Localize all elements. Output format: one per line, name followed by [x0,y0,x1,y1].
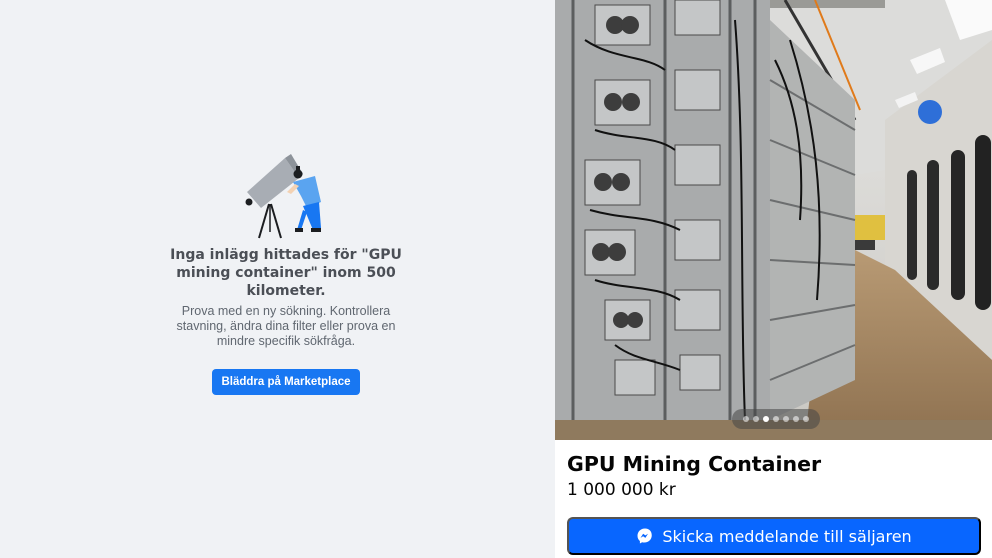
carousel-indicator [732,409,820,429]
message-seller-button[interactable]: Skicka meddelande till säljaren [567,517,981,555]
listing-price: 1 000 000 kr [567,480,676,500]
empty-state-title: Inga inlägg hittades för "GPU mining con… [170,247,402,299]
gpu-mining-rack-photo [555,0,992,440]
carousel-dot[interactable] [773,416,779,422]
listing-photo[interactable] [555,0,992,440]
listing-preview: GPU Mining Container 1 000 000 kr Skicka… [555,0,992,558]
messenger-icon [637,528,653,544]
carousel-dot[interactable] [783,416,789,422]
carousel-dot[interactable] [793,416,799,422]
carousel-dot[interactable] [743,416,749,422]
carousel-dot[interactable] [803,416,809,422]
browse-marketplace-button[interactable]: Bläddra på Marketplace [212,369,360,395]
message-seller-label: Skicka meddelande till säljaren [662,526,912,546]
search-results-pane: Inga inlägg hittades för "GPU mining con… [0,0,555,558]
carousel-dot-active[interactable] [763,416,769,422]
empty-state-subtitle: Prova med en ny sökning. Kontrollera sta… [176,304,396,348]
listing-title: GPU Mining Container [567,452,822,476]
carousel-dot[interactable] [753,416,759,422]
empty-state: Inga inlägg hittades för "GPU mining con… [170,152,402,395]
telescope-person-illustration [245,154,321,239]
